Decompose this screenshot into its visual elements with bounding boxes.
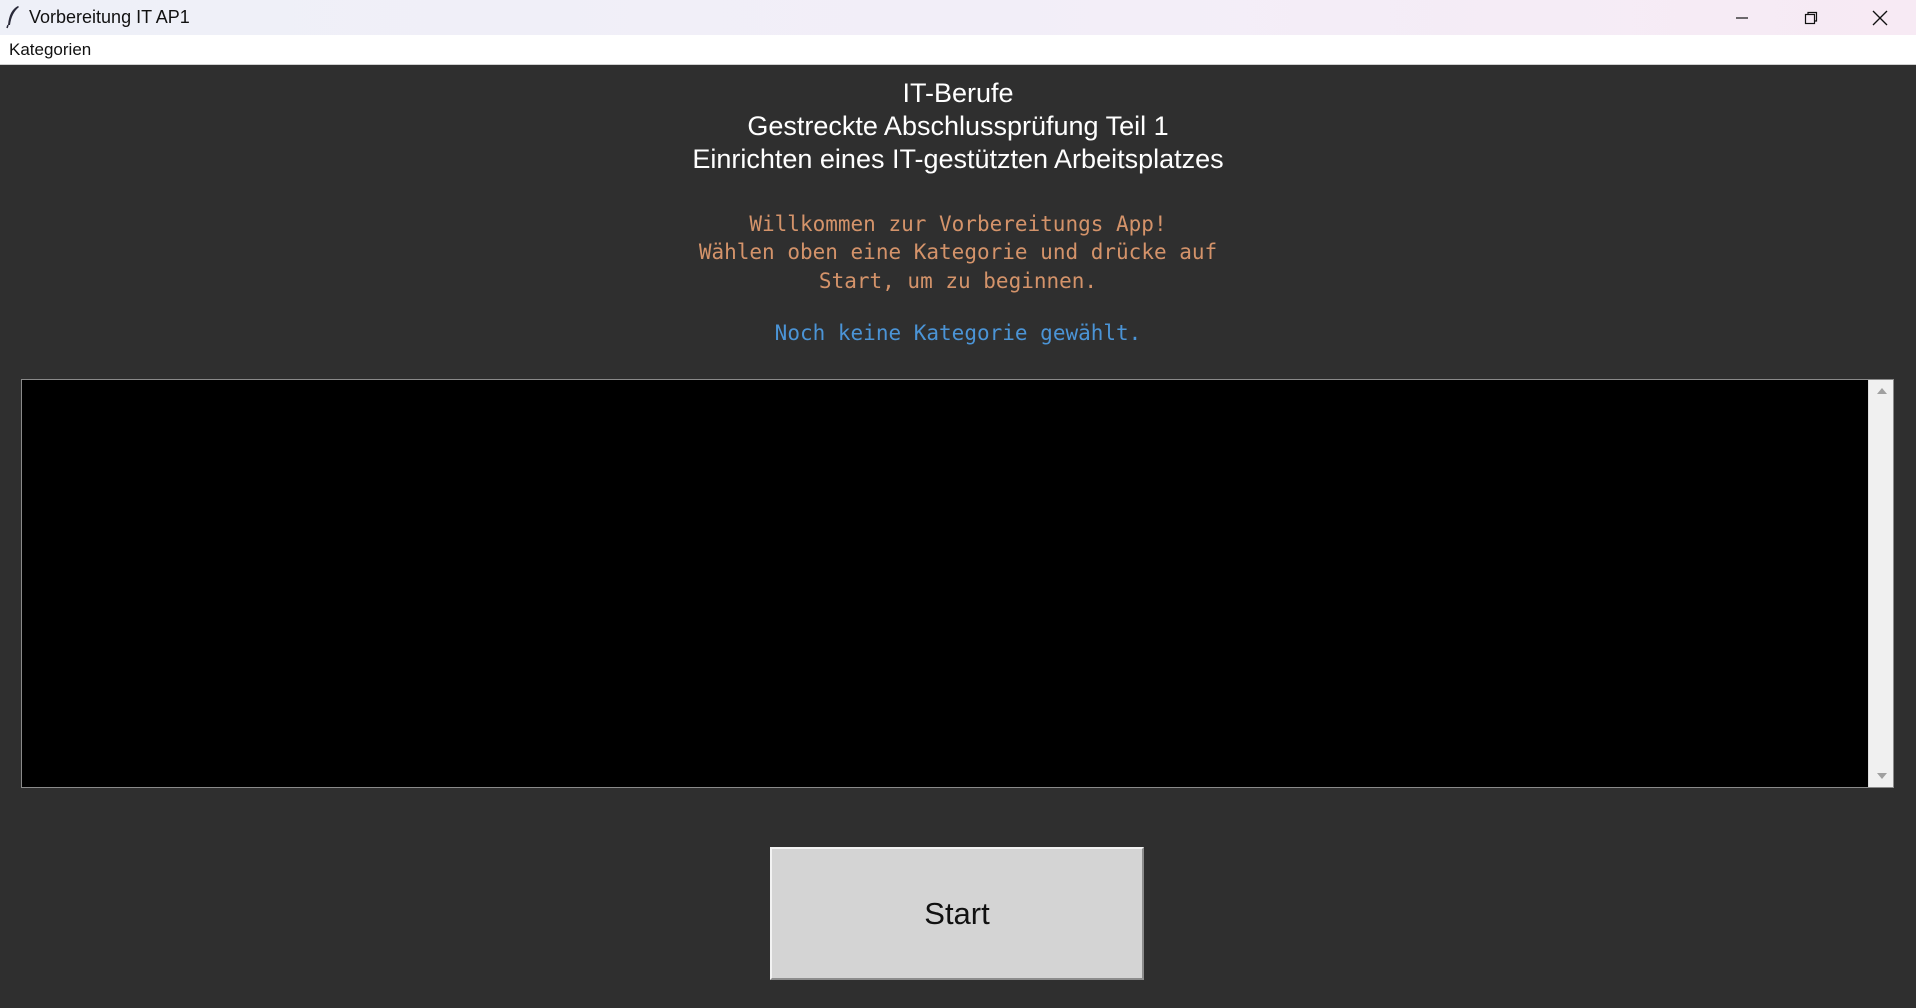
heading-profession: IT-Berufe xyxy=(902,78,1014,108)
welcome-line-1: Willkommen zur Vorbereitungs App! xyxy=(749,212,1167,236)
window-title: Vorbereitung IT AP1 xyxy=(29,7,190,27)
output-textarea[interactable] xyxy=(22,380,1868,787)
vertical-scrollbar[interactable] xyxy=(1868,380,1893,787)
output-panel xyxy=(21,379,1894,788)
close-button[interactable] xyxy=(1846,0,1914,35)
feather-icon xyxy=(6,6,19,29)
minimize-button[interactable] xyxy=(1708,0,1776,35)
heading-exam: Gestreckte Abschlussprüfung Teil 1 xyxy=(747,111,1169,141)
arrow-up-icon xyxy=(1876,388,1887,394)
restore-button[interactable] xyxy=(1777,0,1845,35)
close-icon xyxy=(1872,10,1888,25)
category-status: Noch keine Kategorie gewählt. xyxy=(774,321,1142,345)
welcome-line-2: Wählen oben eine Kategorie und drücke au… xyxy=(698,240,1218,264)
app-window: Vorbereitung IT AP1 Kategorien IT-Berufe… xyxy=(0,0,1916,1008)
scroll-up-button[interactable] xyxy=(1869,380,1894,402)
heading-topic: Einrichten eines IT-gestützten Arbeitspl… xyxy=(692,144,1224,174)
menu-kategorien[interactable]: Kategorien xyxy=(8,40,92,60)
minimize-icon xyxy=(1736,16,1748,19)
restore-icon xyxy=(1804,11,1818,24)
welcome-line-3: Start, um zu beginnen. xyxy=(818,269,1098,293)
arrow-down-icon xyxy=(1876,773,1887,779)
title-bar[interactable]: Vorbereitung IT AP1 xyxy=(0,0,1916,35)
menu-bar: Kategorien xyxy=(0,35,1916,65)
scroll-down-button[interactable] xyxy=(1869,765,1894,787)
start-button[interactable]: Start xyxy=(770,847,1144,980)
